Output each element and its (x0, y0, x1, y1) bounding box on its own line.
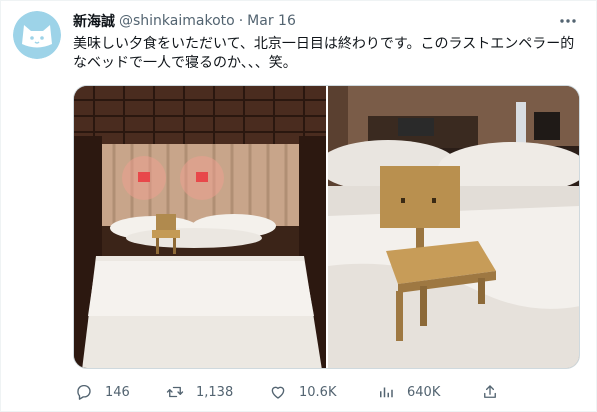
retweet-count: 1,138 (196, 384, 234, 400)
retweet-button[interactable]: 1,138 (166, 381, 233, 403)
share-icon (484, 385, 496, 398)
like-button[interactable]: 10.6K (269, 381, 336, 403)
views-icon (380, 387, 393, 398)
like-count: 10.6K (299, 384, 337, 400)
more-dots-icon[interactable] (558, 11, 578, 31)
tweet-text: 美味しい夕食をいただいて、北京一日目は終わりです。このラストエンペラー的なベッド… (73, 36, 575, 71)
reply-icon (77, 384, 91, 400)
retweet-icon (166, 386, 184, 398)
tweet-card[interactable]: 新海誠 @shinkaimakoto · Mar 16 美味しい夕食をいただいて… (0, 0, 597, 412)
tweet-actions: 146 1,138 10.6K 640K (73, 381, 583, 403)
views-button[interactable]: 640K (377, 381, 440, 403)
tweet-header: 新海誠 @shinkaimakoto · Mar 16 (73, 12, 296, 30)
share-button[interactable] (481, 381, 499, 403)
author-name[interactable]: 新海誠 (73, 11, 115, 31)
separator-dot: · (238, 13, 244, 29)
view-count: 640K (407, 384, 441, 400)
reply-button[interactable]: 146 (75, 381, 130, 403)
avatar[interactable] (13, 11, 61, 59)
photo-chair-closeup[interactable] (328, 86, 579, 368)
reply-count: 146 (105, 384, 130, 400)
tweet-date[interactable]: Mar 16 (247, 13, 296, 29)
cat-face-icon (13, 11, 61, 59)
tweet-media[interactable] (73, 85, 580, 369)
photo-bedroom[interactable] (74, 86, 326, 368)
author-handle[interactable]: @shinkaimakoto (119, 13, 235, 29)
heart-icon (271, 386, 285, 399)
